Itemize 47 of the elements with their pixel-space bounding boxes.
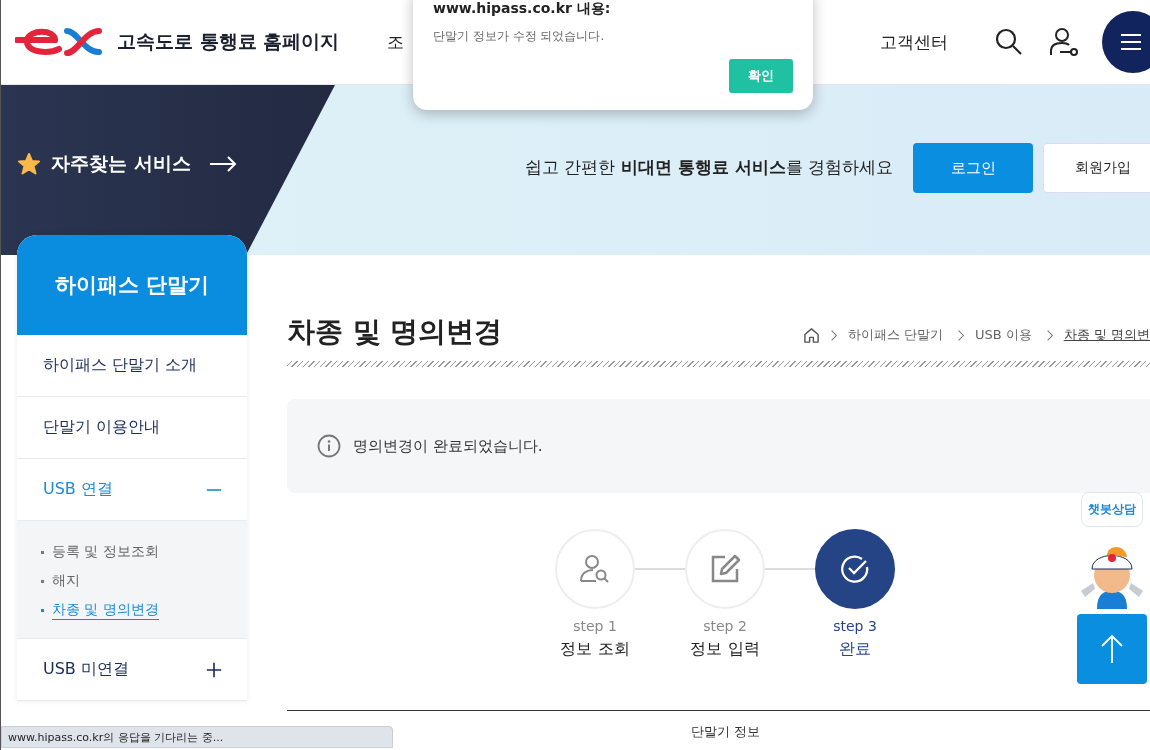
- step-number: step 1: [573, 618, 617, 634]
- info-icon: [317, 434, 341, 458]
- sidebar-item[interactable]: 하이패스 단말기 소개: [17, 335, 247, 397]
- dialog-title: www.hipass.co.kr 내용:: [433, 0, 612, 18]
- nav-item[interactable]: 고객센터: [880, 30, 948, 54]
- chevron-icon: [1045, 328, 1054, 342]
- submenu-item[interactable]: 차종 및 명의변경: [52, 601, 159, 620]
- page-title: 차종 및 명의변경: [287, 314, 503, 350]
- nav-item[interactable]: 조: [387, 30, 405, 54]
- banner-tagline: 쉽고 간편한 비대면 통행료 서비스를 경험하세요: [524, 156, 893, 179]
- breadcrumb-link[interactable]: USB 이용: [974, 326, 1032, 344]
- arrow-right-icon[interactable]: [208, 156, 237, 172]
- chevron-icon: [956, 328, 965, 342]
- menu-icon[interactable]: [1119, 32, 1143, 52]
- step-label: 정보 입력: [690, 639, 760, 660]
- step-number: step 3: [833, 618, 877, 634]
- submenu-item[interactable]: 등록 및 정보조회: [52, 543, 159, 561]
- step-label: 정보 조회: [560, 639, 630, 660]
- step-label: 완료: [839, 639, 871, 660]
- sidebar-item[interactable]: 단말기 이용안내: [17, 397, 247, 459]
- dialog-message: 단말기 정보가 수정 되었습니다.: [433, 28, 606, 45]
- section-heading: 단말기 정보: [691, 725, 762, 739]
- arrow-up-icon[interactable]: [1100, 634, 1124, 664]
- notice-text: 명의변경이 완료되었습니다.: [353, 436, 543, 456]
- home-icon[interactable]: [802, 326, 820, 344]
- search-icon[interactable]: [994, 27, 1024, 57]
- user-search-icon: [579, 553, 611, 585]
- signup-button[interactable]: 회원가입: [1043, 143, 1150, 193]
- quick-services-link[interactable]: 자주찾는 서비스: [51, 151, 191, 177]
- scroll-top-button[interactable]: [1077, 614, 1147, 684]
- chatbot-bubble[interactable]: 챗봇상담: [1081, 492, 1143, 527]
- breadcrumb-link[interactable]: 하이패스 단말기: [847, 326, 943, 344]
- login-button[interactable]: 로그인: [913, 143, 1033, 193]
- star-icon: [17, 152, 41, 176]
- breadcrumb-link[interactable]: 차종 및 명의변: [1063, 326, 1150, 344]
- sidebar-title: 하이패스 단말기: [54, 272, 210, 299]
- edit-icon: [709, 553, 741, 585]
- check-circle-icon: [839, 553, 871, 585]
- sidebar-item[interactable]: USB 미연결: [17, 639, 247, 701]
- step-number: step 2: [703, 618, 747, 634]
- menu-button[interactable]: [1102, 11, 1150, 73]
- user-key-icon[interactable]: [1048, 27, 1078, 57]
- chevron-icon: [829, 328, 838, 342]
- submenu-item[interactable]: 해지: [52, 572, 80, 590]
- site-title[interactable]: 고속도로 통행료 홈페이지: [117, 29, 340, 55]
- status-bar: www.hipass.co.kr의 응답을 기다리는 중...: [1, 726, 393, 748]
- plus-icon[interactable]: [206, 661, 222, 678]
